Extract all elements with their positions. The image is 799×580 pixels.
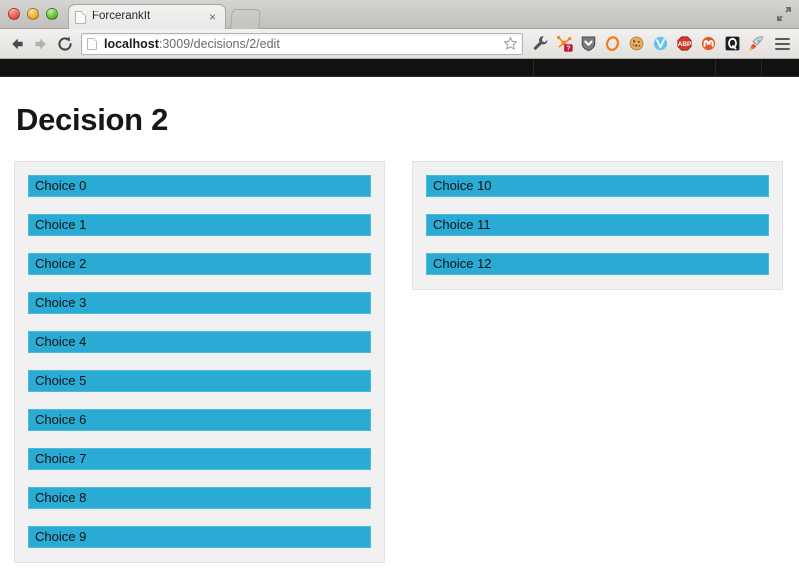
minimize-window-button[interactable] (27, 8, 39, 20)
page-favicon (75, 11, 86, 24)
reload-button[interactable] (53, 32, 77, 56)
window-traffic-lights (8, 8, 58, 20)
choice-item[interactable]: Choice 10 (426, 175, 769, 197)
bookmark-star-icon[interactable] (501, 34, 520, 53)
menu-line (775, 48, 790, 50)
tab-strip: ForcerankIt × (0, 0, 799, 29)
address-bar[interactable]: localhost:3009/decisions/2/edit (81, 33, 523, 55)
page-body: Decision 2 Choice 0 Choice 1 Choice 2 Ch… (0, 103, 799, 563)
navbar-item-1[interactable] (534, 59, 716, 76)
navbar-item-2[interactable] (716, 59, 762, 76)
choice-item[interactable]: Choice 12 (426, 253, 769, 275)
extension-tray: ? (529, 33, 767, 55)
choice-item[interactable]: Choice 1 (28, 214, 371, 236)
orange-loop-icon[interactable] (601, 33, 623, 55)
chrome-menu-button[interactable] (770, 33, 794, 55)
stumbleupon-icon[interactable] (697, 33, 719, 55)
choice-item[interactable]: Choice 8 (28, 487, 371, 509)
choice-columns: Choice 0 Choice 1 Choice 2 Choice 3 Choi… (14, 161, 785, 563)
choice-item[interactable]: Choice 2 (28, 253, 371, 275)
choice-item[interactable]: Choice 9 (28, 526, 371, 548)
url-path: :3009/decisions/2/edit (159, 37, 280, 51)
adblock-icon[interactable]: ABP (673, 33, 695, 55)
choice-item[interactable]: Choice 7 (28, 448, 371, 470)
choice-item[interactable]: Choice 5 (28, 370, 371, 392)
wrench-icon[interactable] (529, 33, 551, 55)
shield-chevron-icon[interactable] (577, 33, 599, 55)
site-navbar (0, 59, 799, 77)
back-button[interactable] (5, 32, 29, 56)
navbar-item-3[interactable] (762, 59, 799, 76)
url-host: localhost (104, 37, 159, 51)
navbar-brand-area[interactable] (0, 59, 534, 76)
right-choice-panel[interactable]: Choice 10 Choice 11 Choice 12 (412, 161, 783, 290)
svg-text:ABP: ABP (677, 41, 691, 48)
svg-text:?: ? (566, 45, 570, 52)
fullscreen-toggle-button[interactable] (773, 3, 795, 25)
choice-item[interactable]: Choice 6 (28, 409, 371, 431)
browser-window: ForcerankIt × (0, 0, 799, 580)
choice-item[interactable]: Choice 3 (28, 292, 371, 314)
rocket-icon[interactable] (745, 33, 767, 55)
left-choice-panel[interactable]: Choice 0 Choice 1 Choice 2 Choice 3 Choi… (14, 161, 385, 563)
hubspot-icon[interactable]: ? (553, 33, 575, 55)
choice-item[interactable]: Choice 11 (426, 214, 769, 236)
page-title: Decision 2 (14, 103, 785, 137)
close-icon[interactable]: × (206, 11, 219, 24)
page-viewport: Decision 2 Choice 0 Choice 1 Choice 2 Ch… (0, 59, 799, 578)
choice-item[interactable]: Choice 0 (28, 175, 371, 197)
browser-tab[interactable]: ForcerankIt × (68, 4, 226, 29)
menu-line (775, 43, 790, 45)
quora-icon[interactable] (721, 33, 743, 55)
choice-item[interactable]: Choice 4 (28, 331, 371, 353)
page-favicon-small (87, 38, 97, 50)
tab-title: ForcerankIt (92, 11, 206, 23)
new-tab-button[interactable] (230, 9, 260, 29)
cookie-icon[interactable] (625, 33, 647, 55)
menu-line (775, 38, 790, 40)
blue-check-icon[interactable] (649, 33, 671, 55)
zoom-window-button[interactable] (46, 8, 58, 20)
forward-button[interactable] (29, 32, 53, 56)
close-window-button[interactable] (8, 8, 20, 20)
url-text: localhost:3009/decisions/2/edit (104, 37, 501, 51)
browser-toolbar: localhost:3009/decisions/2/edit (0, 29, 799, 59)
